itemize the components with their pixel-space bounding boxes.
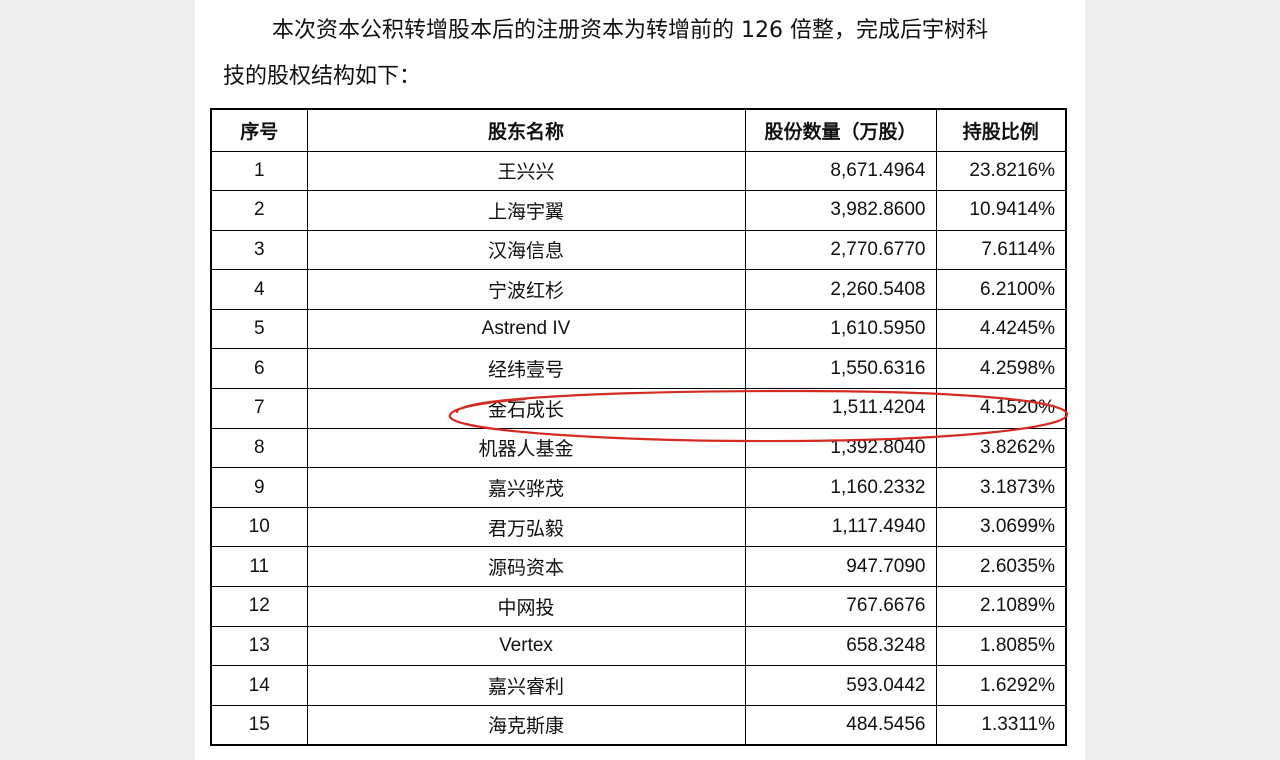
cell-shareholder-name: 经纬壹号 (306, 348, 746, 390)
cell-holding-ratio: 3.0699% (935, 506, 1067, 548)
shareholder-table: 序号 股东名称 股份数量（万股） 持股比例 1 王兴兴 8,671.4964 23.8… (210, 108, 1067, 746)
cell-share-quantity: 2,770.6770 (744, 229, 937, 271)
table-row: 13 Vertex 658.3248 1.8085% (210, 625, 1067, 667)
table-row: 9 嘉兴骅茂 1,160.2332 3.1873% (210, 467, 1067, 508)
cell-index: 1 (210, 150, 308, 192)
cell-shareholder-name: 机器人基金 (306, 427, 746, 469)
cell-holding-ratio: 4.4245% (935, 308, 1067, 350)
cell-holding-ratio: 6.2100% (935, 269, 1067, 310)
cell-index: 8 (210, 427, 308, 469)
cell-share-quantity: 947.7090 (744, 546, 937, 588)
table-row: 5 Astrend IV 1,610.5950 4.4245% (210, 308, 1067, 350)
cell-share-quantity: 1,117.4940 (744, 506, 937, 548)
table-row: 11 源码资本 947.7090 2.6035% (210, 546, 1067, 588)
cell-index: 11 (210, 546, 308, 588)
cell-shareholder-name: 汉海信息 (306, 229, 746, 271)
cell-index: 13 (210, 625, 308, 667)
table-row: 14 嘉兴睿利 593.0442 1.6292% (210, 665, 1067, 706)
header-index: 序号 (210, 108, 308, 152)
table-body: 1 王兴兴 8,671.4964 23.8216% 2 上海宇翼 3,982.8600 10.… (210, 150, 1067, 746)
table-row: 7 金石成长 1,511.4204 4.1520% (210, 388, 1067, 429)
cell-shareholder-name: 金石成长 (306, 388, 746, 429)
cell-index: 15 (210, 704, 308, 746)
cell-index: 7 (210, 388, 308, 429)
cell-holding-ratio: 2.1089% (935, 586, 1067, 627)
cell-holding-ratio: 10.9414% (935, 190, 1067, 231)
cell-share-quantity: 1,550.6316 (744, 348, 937, 390)
cell-holding-ratio: 2.6035% (935, 546, 1067, 588)
cell-holding-ratio: 4.2598% (935, 348, 1067, 390)
table-row: 10 君万弘毅 1,117.4940 3.0699% (210, 506, 1067, 548)
cell-shareholder-name: 上海宇翼 (306, 190, 746, 231)
cell-holding-ratio: 23.8216% (935, 150, 1067, 192)
cell-index: 4 (210, 269, 308, 310)
cell-shareholder-name: Astrend IV (306, 308, 746, 350)
cell-index: 2 (210, 190, 308, 231)
table-row: 12 中网投 767.6676 2.1089% (210, 586, 1067, 627)
cell-holding-ratio: 1.6292% (935, 665, 1067, 706)
cell-share-quantity: 8,671.4964 (744, 150, 937, 192)
cell-index: 10 (210, 506, 308, 548)
cell-holding-ratio: 4.1520% (935, 388, 1067, 429)
table-row: 8 机器人基金 1,392.8040 3.8262% (210, 427, 1067, 469)
table-header-row: 序号 股东名称 股份数量（万股） 持股比例 (210, 108, 1067, 152)
cell-share-quantity: 767.6676 (744, 586, 937, 627)
table-row: 15 海克斯康 484.5456 1.3311% (210, 704, 1067, 746)
cell-share-quantity: 1,610.5950 (744, 308, 937, 350)
table-row: 1 王兴兴 8,671.4964 23.8216% (210, 150, 1067, 192)
cell-index: 5 (210, 308, 308, 350)
cell-holding-ratio: 1.8085% (935, 625, 1067, 667)
cell-share-quantity: 593.0442 (744, 665, 937, 706)
cell-shareholder-name: 中网投 (306, 586, 746, 627)
header-share-quantity: 股份数量（万股） (744, 108, 937, 152)
cell-shareholder-name: 海克斯康 (306, 704, 746, 746)
cell-index: 12 (210, 586, 308, 627)
header-shareholder-name: 股东名称 (306, 108, 746, 152)
table-row: 4 宁波红杉 2,260.5408 6.2100% (210, 269, 1067, 310)
cell-shareholder-name: Vertex (306, 625, 746, 667)
cell-shareholder-name: 宁波红杉 (306, 269, 746, 310)
header-holding-ratio: 持股比例 (935, 108, 1067, 152)
table-row: 2 上海宇翼 3,982.8600 10.9414% (210, 190, 1067, 231)
cell-shareholder-name: 源码资本 (306, 546, 746, 588)
cell-share-quantity: 658.3248 (744, 625, 937, 667)
cell-holding-ratio: 3.1873% (935, 467, 1067, 508)
cell-shareholder-name: 嘉兴骅茂 (306, 467, 746, 508)
cell-shareholder-name: 嘉兴睿利 (306, 665, 746, 706)
cell-share-quantity: 1,160.2332 (744, 467, 937, 508)
document-page: 本次资本公积转增股本后的注册资本为转增前的 126 倍整，完成后宇树科 技的股权… (195, 0, 1085, 760)
cell-shareholder-name: 王兴兴 (306, 150, 746, 192)
cell-holding-ratio: 7.6114% (935, 229, 1067, 271)
cell-shareholder-name: 君万弘毅 (306, 506, 746, 548)
cell-holding-ratio: 3.8262% (935, 427, 1067, 469)
cell-share-quantity: 1,511.4204 (744, 388, 937, 429)
cell-share-quantity: 2,260.5408 (744, 269, 937, 310)
cell-share-quantity: 3,982.8600 (744, 190, 937, 231)
cell-share-quantity: 484.5456 (744, 704, 937, 746)
cell-index: 14 (210, 665, 308, 706)
cell-holding-ratio: 1.3311% (935, 704, 1067, 746)
paragraph-line-1: 本次资本公积转增股本后的注册资本为转增前的 126 倍整，完成后宇树科 (272, 18, 988, 43)
paragraph-line-2: 技的股权结构如下： (223, 64, 422, 89)
cell-index: 3 (210, 229, 308, 271)
cell-index: 6 (210, 348, 308, 390)
table-row: 3 汉海信息 2,770.6770 7.6114% (210, 229, 1067, 271)
cell-index: 9 (210, 467, 308, 508)
table-row: 6 经纬壹号 1,550.6316 4.2598% (210, 348, 1067, 390)
cell-share-quantity: 1,392.8040 (744, 427, 937, 469)
